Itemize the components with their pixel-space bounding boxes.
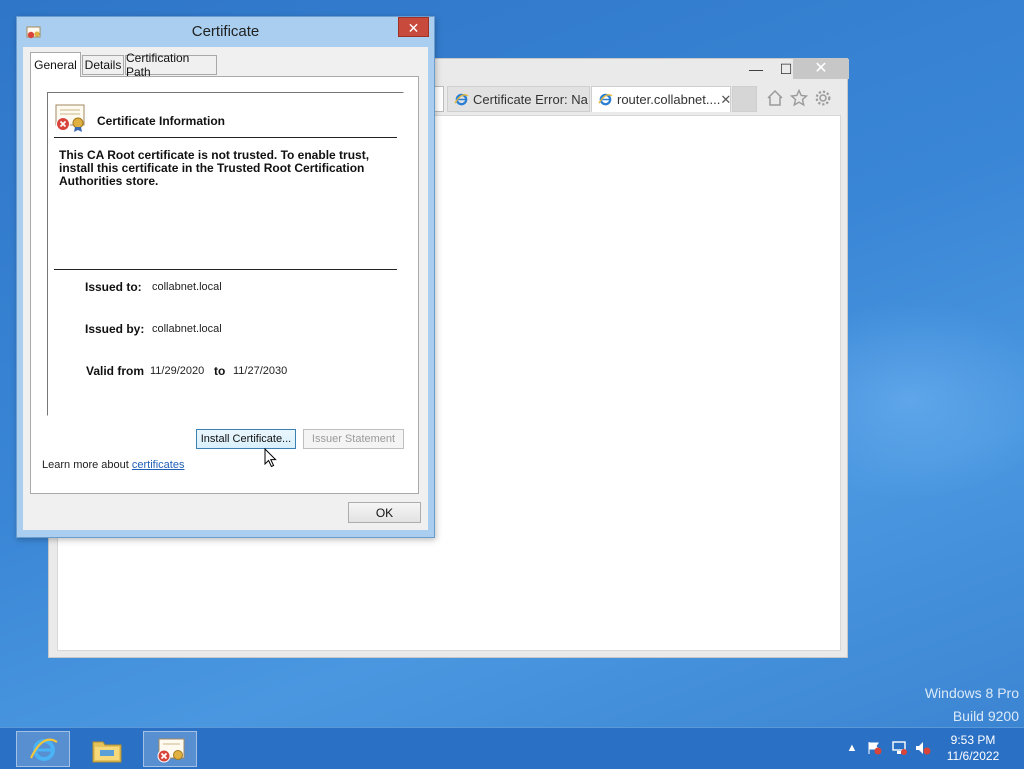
internet-explorer-icon <box>30 738 58 761</box>
certificate-app-icon <box>157 738 185 763</box>
valid-from-label: Valid from <box>86 364 145 378</box>
tab-label: router.collabnet.... <box>617 92 721 107</box>
taskbar-file-explorer[interactable] <box>80 731 134 767</box>
certificates-link[interactable]: certificates <box>132 459 185 471</box>
system-clock[interactable]: 9:53 PM 11/6/2022 <box>940 732 1006 764</box>
show-hidden-icons-icon[interactable]: ▲ <box>844 742 860 756</box>
dialog-body: General Details Certification Path Certi… <box>23 47 428 530</box>
tab-details[interactable]: Details <box>82 55 124 75</box>
new-tab-button[interactable] <box>732 86 757 112</box>
tab-certification-path[interactable]: Certification Path <box>125 51 217 79</box>
watermark-edition: Windows 8 Pro <box>924 685 1019 701</box>
taskbar-certificate[interactable] <box>143 731 197 767</box>
tab-router[interactable]: router.collabnet.... ✕ <box>591 86 731 112</box>
issued-by-value: collabnet.local <box>152 323 222 335</box>
volume-muted-icon[interactable] <box>915 741 931 755</box>
tab-label: Certificate Error: Na... <box>473 91 590 107</box>
tab-general[interactable]: General <box>30 52 81 77</box>
home-icon[interactable] <box>766 89 784 107</box>
untrusted-certificate-icon <box>55 104 85 132</box>
ie-favicon-icon <box>598 93 613 106</box>
action-center-flag-icon[interactable] <box>866 741 882 755</box>
issued-by-label: Issued by: <box>85 322 145 336</box>
dialog-title: Certificate <box>191 23 260 40</box>
issued-to-label: Issued to: <box>85 280 142 294</box>
tools-gear-icon[interactable] <box>814 89 832 107</box>
favorites-star-icon[interactable] <box>789 88 809 107</box>
install-certificate-button[interactable]: Install Certificate... <box>196 429 296 449</box>
divider-bottom <box>54 269 397 270</box>
info-title: Certificate Information <box>97 114 226 128</box>
clock-time: 9:53 PM <box>950 733 996 747</box>
browser-minimize-button[interactable]: — <box>746 61 766 79</box>
clock-date: 11/6/2022 <box>946 749 1000 763</box>
watermark-build: Build 9200 <box>952 708 1019 724</box>
file-explorer-icon <box>92 741 122 763</box>
learn-more-text: Learn more about certificates <box>42 459 184 471</box>
ok-button[interactable]: OK <box>348 502 421 523</box>
mouse-cursor-icon <box>264 448 277 468</box>
tab-close-icon[interactable]: ✕ <box>720 92 730 108</box>
tab-certificate-error[interactable]: Certificate Error: Na... <box>447 86 590 112</box>
certificate-dialog: Certificate ✕ General Details Certificat… <box>16 16 435 538</box>
trust-warning-text: This CA Root certificate is not trusted.… <box>59 148 370 188</box>
issued-to-value: collabnet.local <box>152 281 222 293</box>
issuer-statement-button: Issuer Statement <box>303 429 404 449</box>
network-icon[interactable] <box>891 741 907 755</box>
certificate-info-box: Certificate Information This CA Root cer… <box>47 92 404 416</box>
valid-to-label: to <box>214 364 226 378</box>
browser-close-button[interactable]: ✕ <box>793 59 849 79</box>
dialog-close-button[interactable]: ✕ <box>398 17 429 37</box>
taskbar-internet-explorer[interactable] <box>16 731 70 767</box>
learn-more-prefix: Learn more about <box>42 459 129 471</box>
valid-from-value: 11/29/2020 <box>150 365 205 377</box>
general-tab-panel: Certificate Information This CA Root cer… <box>30 76 419 494</box>
divider-top <box>54 137 397 138</box>
ie-favicon-icon <box>454 93 469 105</box>
valid-to-value: 11/27/2030 <box>233 365 288 377</box>
taskbar: ▲ 9:53 PM 11/6/2022 <box>0 727 1024 769</box>
